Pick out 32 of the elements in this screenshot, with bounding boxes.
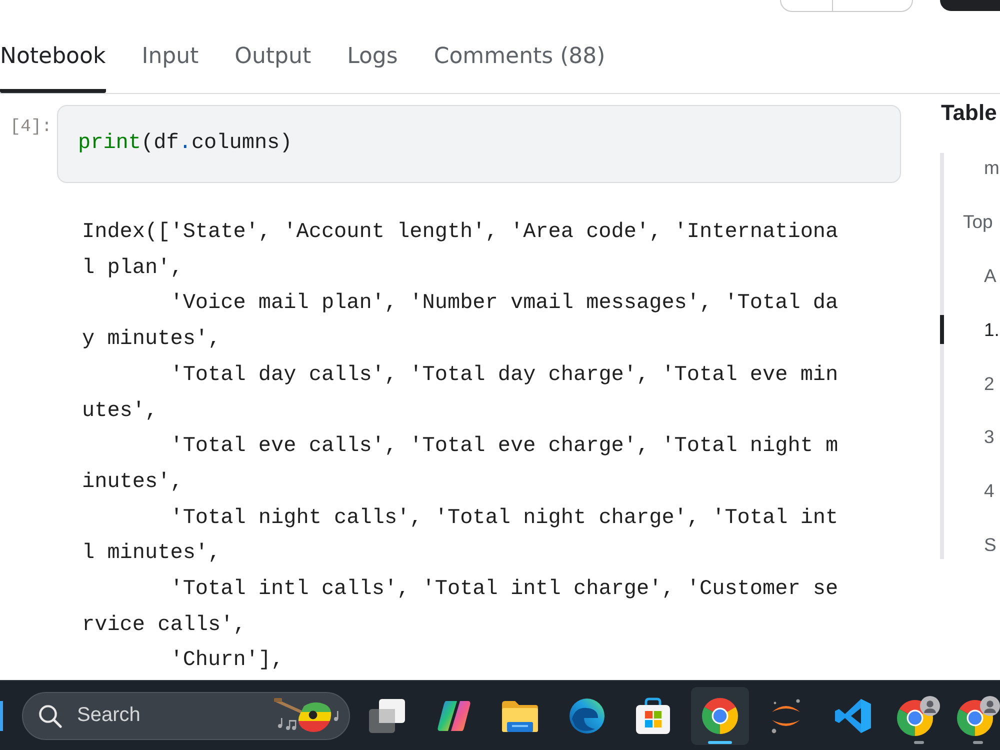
browser-profile-icon — [897, 696, 941, 736]
ribbon-icon — [834, 698, 872, 734]
execution-count: [4]: — [10, 116, 52, 136]
wave-icon — [568, 698, 604, 734]
toc-link[interactable]: 3 — [940, 422, 1000, 452]
toc-link[interactable]: m — [940, 153, 1000, 182]
search-bar[interactable]: Search — [22, 692, 350, 740]
taskbar-button[interactable] — [690, 686, 748, 744]
cell-output: Index(['State', 'Account length', 'Area code', 'International plan', 'Voice mail plan', 'Number vmail messages', 'Total day minutes', 'Total day calls', 'Total day charge', 'Total eve minutes', 'Total eve calls', 'Total eve charge', 'Total night minutes', 'Total night calls', 'Total night charge', 'Total intl minutes', 'Total intl calls', 'Total intl charge', 'Customer service calls', 'Churn'], — [82, 220, 839, 674]
toc-link[interactable]: Top — [940, 206, 1000, 236]
search-icon — [38, 704, 62, 728]
primary-button[interactable] — [940, 0, 1000, 11]
toc-link[interactable]: S — [940, 530, 1000, 560]
code-line: print(df.columns) — [78, 132, 292, 155]
browser-profile-icon — [956, 696, 1000, 736]
shopping-bag-icon — [635, 696, 671, 734]
overlapping-windows-icon — [369, 698, 405, 732]
toc-heading: Table — [940, 100, 998, 126]
toc-link[interactable]: 4 — [940, 476, 1000, 506]
browser-icon — [702, 698, 738, 734]
start-icon[interactable] — [0, 700, 3, 730]
tab[interactable]: Notebook — [0, 44, 106, 93]
toc-link[interactable]: 1. — [940, 314, 1000, 344]
folder-icon — [501, 698, 539, 732]
search-input[interactable]: Search — [77, 704, 274, 727]
code-cell[interactable]: print(df.columns) — [57, 105, 901, 183]
toc-link[interactable]: A — [940, 260, 1000, 290]
tab[interactable]: Input — [142, 44, 199, 93]
toc-link[interactable]: 2 — [940, 368, 1000, 398]
tab[interactable]: Output — [234, 44, 312, 93]
tab[interactable]: Comments (88) — [434, 44, 606, 93]
tab[interactable]: Logs — [347, 44, 398, 93]
